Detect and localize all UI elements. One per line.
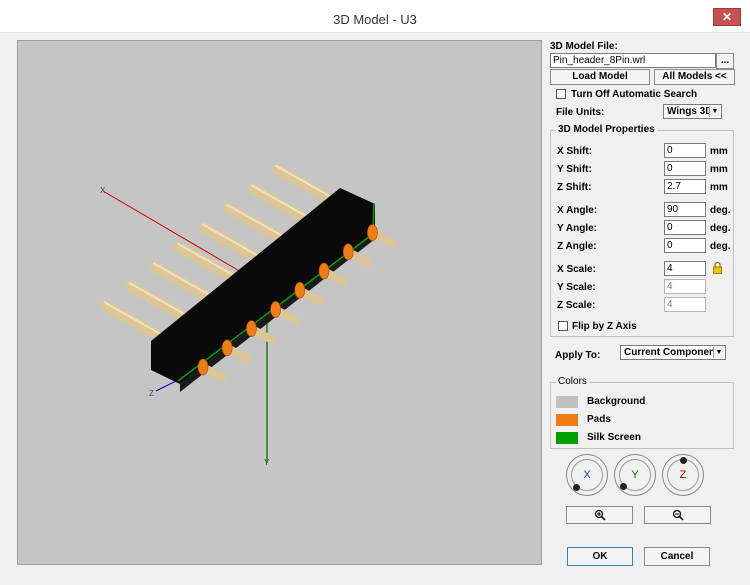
x-axis-label: X <box>100 186 106 195</box>
rotate-y-handle[interactable] <box>620 483 627 490</box>
y-axis-label: Y <box>264 458 270 467</box>
properties-panel: 3D Model File: Pin_header_8Pin.wrl ... L… <box>548 36 748 576</box>
chevron-down-icon: ▼ <box>713 347 724 358</box>
load-model-button[interactable]: Load Model <box>550 69 650 85</box>
turn-off-search-checkbox[interactable] <box>556 89 566 99</box>
y-shift-unit: mm <box>710 164 728 175</box>
z-angle-input[interactable]: 0 <box>664 238 706 253</box>
zoom-out-button[interactable] <box>644 506 711 524</box>
x-scale-label: X Scale: <box>557 264 596 275</box>
y-angle-unit: deg. <box>710 223 731 234</box>
zoom-in-button[interactable] <box>566 506 633 524</box>
header-pad <box>246 320 257 337</box>
z-angle-label: Z Angle: <box>557 241 597 252</box>
x-angle-unit: deg. <box>710 205 731 216</box>
z-scale-label: Z Scale: <box>557 300 596 311</box>
z-shift-label: Z Shift: <box>557 182 592 193</box>
y-shift-label: Y Shift: <box>557 164 592 175</box>
header-pin-highlight <box>275 164 338 202</box>
y-shift-input[interactable]: 0 <box>664 161 706 176</box>
header-pad <box>342 243 354 261</box>
3d-viewport[interactable]: X Z Y <box>17 40 542 565</box>
header-pad <box>197 358 209 376</box>
pads-color-label: Pads <box>587 414 611 425</box>
rotate-z-control[interactable]: Z <box>662 454 704 496</box>
cancel-button[interactable]: Cancel <box>644 547 710 566</box>
x-shift-label: X Shift: <box>557 146 592 157</box>
file-units-value: Wings 3D <box>667 106 713 117</box>
title-bar: 3D Model - U3 ✕ <box>0 0 750 33</box>
window-title: 3D Model - U3 <box>333 12 417 27</box>
y-scale-input: 4 <box>664 279 706 294</box>
dialog-window: 3D Model - U3 ✕ X Z Y 3D Model File: Pin… <box>0 0 750 585</box>
model-file-input[interactable]: Pin_header_8Pin.wrl <box>550 53 716 68</box>
x-shift-unit: mm <box>710 146 728 157</box>
header-pad <box>270 301 281 318</box>
all-models-button[interactable]: All Models << <box>654 69 735 85</box>
zoom-in-icon <box>594 509 606 521</box>
background-color-swatch[interactable] <box>556 396 578 408</box>
3d-model-render: X Z Y <box>100 164 397 467</box>
chevron-down-icon: ▼ <box>709 106 720 117</box>
y-scale-label: Y Scale: <box>557 282 596 293</box>
lock-icon[interactable] <box>713 261 722 277</box>
header-pad <box>367 224 378 241</box>
x-angle-input[interactable]: 90 <box>664 202 706 217</box>
model-properties-group: 3D Model Properties X Shift: 0 mm Y Shif… <box>550 124 734 337</box>
x-scale-input[interactable]: 4 <box>664 261 706 276</box>
pads-color-swatch[interactable] <box>556 414 578 426</box>
y-angle-label: Y Angle: <box>557 223 598 234</box>
silk-screen-color-swatch[interactable] <box>556 432 578 444</box>
z-scale-input: 4 <box>664 297 706 312</box>
zoom-out-icon <box>672 509 684 521</box>
apply-to-label: Apply To: <box>555 350 601 361</box>
model-file-label: 3D Model File: <box>550 41 618 52</box>
y-angle-input[interactable]: 0 <box>664 220 706 235</box>
file-units-label: File Units: <box>556 107 605 118</box>
turn-off-search-label: Turn Off Automatic Search <box>571 89 698 100</box>
colors-title: Colors <box>556 376 589 387</box>
header-pad <box>294 281 306 299</box>
z-angle-unit: deg. <box>710 241 731 252</box>
ok-button[interactable]: OK <box>567 547 633 566</box>
x-shift-input[interactable]: 0 <box>664 143 706 158</box>
browse-button[interactable]: ... <box>716 53 734 69</box>
z-shift-unit: mm <box>710 182 728 193</box>
model-properties-title: 3D Model Properties <box>556 124 657 135</box>
rotate-x-handle[interactable] <box>573 484 580 491</box>
background-color-label: Background <box>587 396 646 407</box>
rotate-x-control[interactable]: X <box>566 454 608 496</box>
x-angle-label: X Angle: <box>557 205 598 216</box>
silk-screen-color-label: Silk Screen <box>587 432 641 443</box>
header-pad <box>221 339 233 357</box>
flip-z-label: Flip by Z Axis <box>572 321 637 332</box>
z-axis-label: Z <box>149 389 154 398</box>
flip-z-checkbox[interactable] <box>558 321 568 331</box>
apply-to-value: Current Component <box>624 347 719 358</box>
file-units-select[interactable]: Wings 3D ▼ <box>663 104 722 119</box>
close-button[interactable]: ✕ <box>713 8 741 26</box>
rotate-y-control[interactable]: Y <box>614 454 656 496</box>
rotate-z-handle[interactable] <box>680 457 687 464</box>
z-shift-input[interactable]: 2.7 <box>664 179 706 194</box>
header-pad <box>318 262 330 280</box>
apply-to-select[interactable]: Current Component ▼ <box>620 345 726 360</box>
colors-group: Colors Background Pads Silk Screen <box>550 376 734 449</box>
